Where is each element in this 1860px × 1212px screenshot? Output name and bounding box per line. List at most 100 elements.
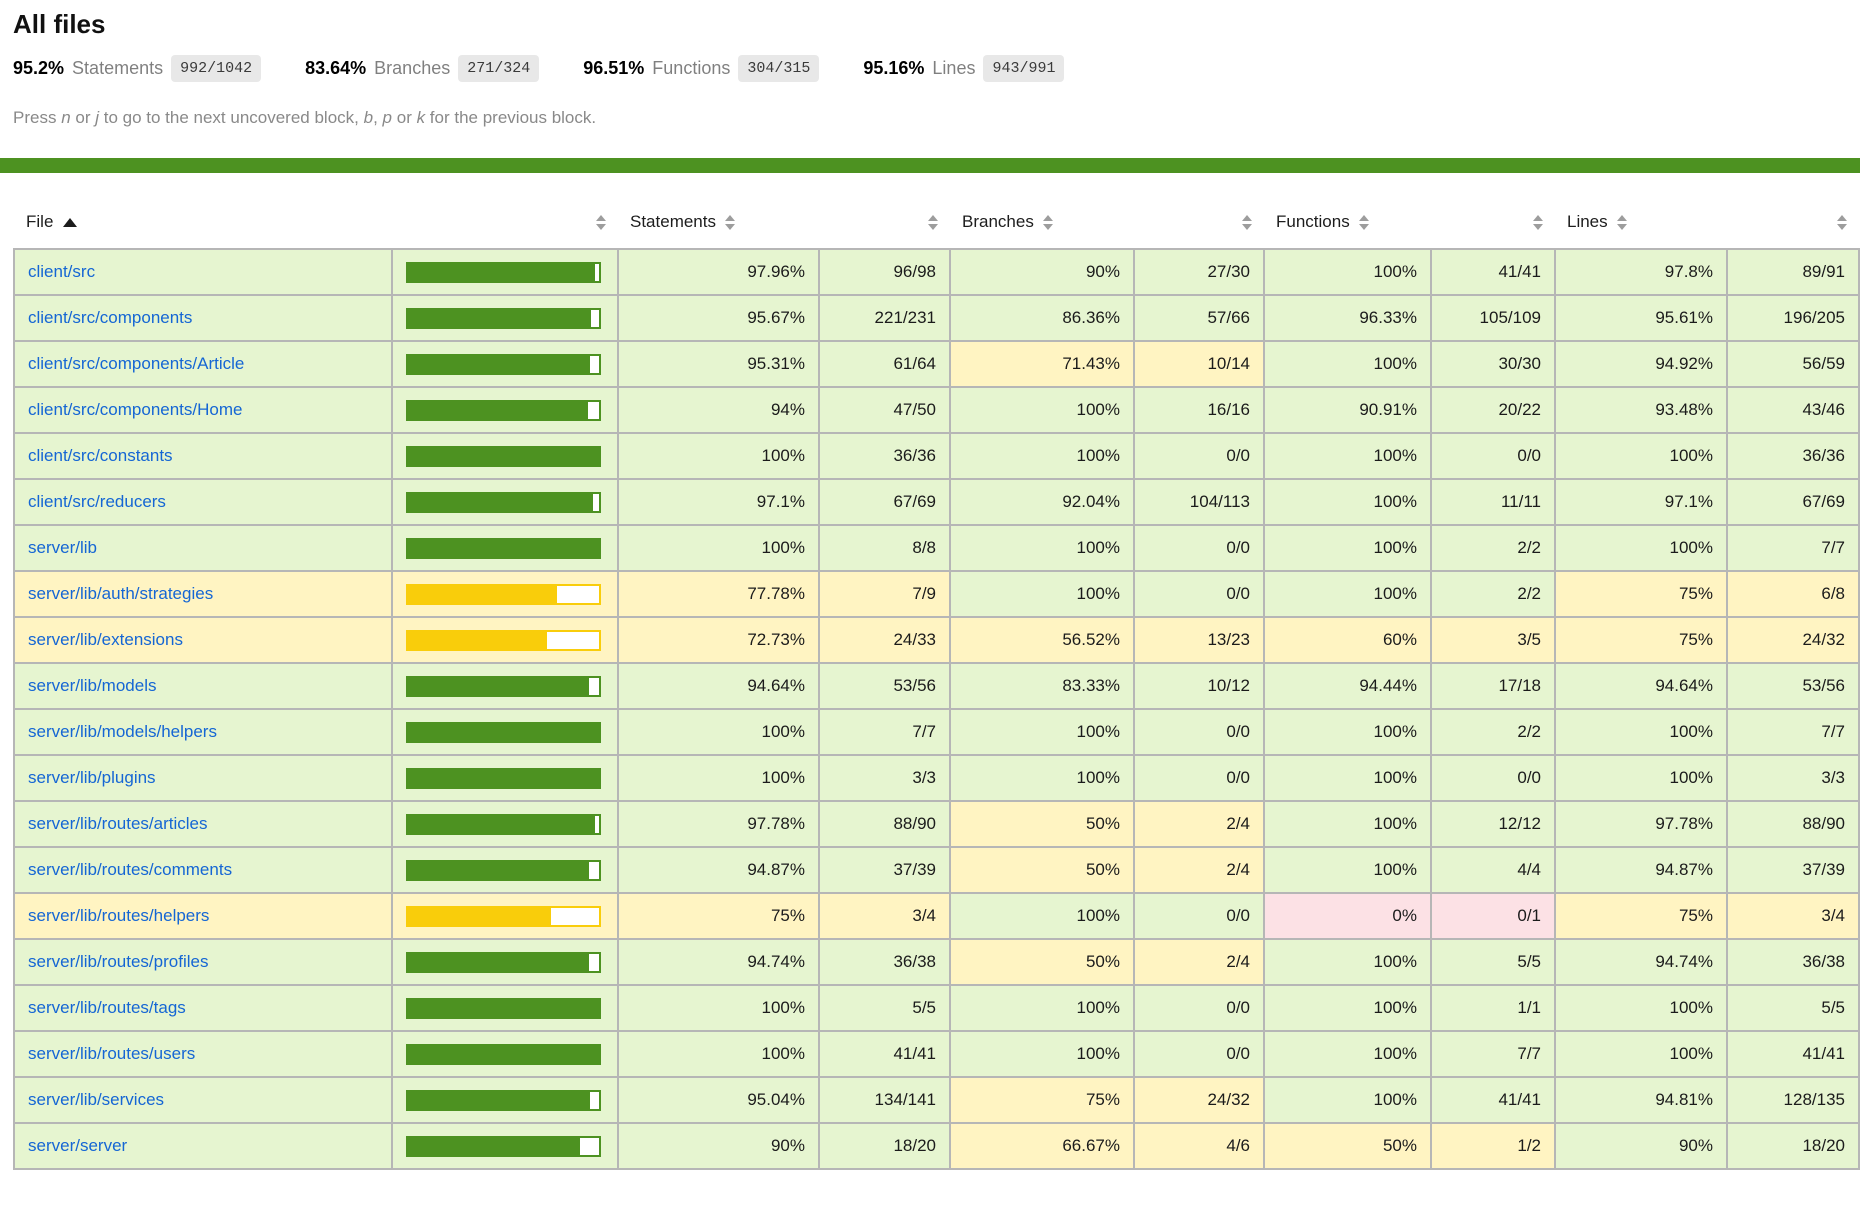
col-header-bar-sorter[interactable] [392,198,618,249]
coverage-bar-cell [392,571,618,617]
metric-pct-cell: 77.78% [618,571,819,617]
col-header-lines-raw-sorter[interactable] [1727,198,1859,249]
file-link[interactable]: client/src/components/Article [28,354,244,373]
metric-pct-cell: 94.74% [618,939,819,985]
file-link[interactable]: client/src/constants [28,446,173,465]
file-cell: server/lib [14,525,392,571]
col-header-branches[interactable]: Branches [950,198,1134,249]
metric-fraction-cell: 37/39 [1727,847,1859,893]
col-header-lines[interactable]: Lines [1555,198,1727,249]
metric-fraction-cell: 67/69 [819,479,950,525]
coverage-bar-fill [408,1046,599,1063]
file-link[interactable]: server/lib [28,538,97,557]
sort-icon[interactable] [1242,215,1252,230]
file-link[interactable]: server/server [28,1136,127,1155]
coverage-bar-cell [392,387,618,433]
metric-pct-cell: 97.78% [618,801,819,847]
metric-fraction-cell: 24/33 [819,617,950,663]
table-row: server/lib/routes/comments 94.87% 37/395… [14,847,1859,893]
metric-pct-cell: 100% [1264,341,1431,387]
coverage-bar-cell [392,1123,618,1169]
metric-fraction-cell: 41/41 [1431,1077,1555,1123]
file-link[interactable]: client/src/components [28,308,192,327]
metric-fraction-cell: 5/5 [819,985,950,1031]
file-link[interactable]: client/src/components/Home [28,400,242,419]
file-link[interactable]: server/lib/models [28,676,157,695]
sort-icon[interactable] [928,215,938,230]
col-header-file[interactable]: File [14,198,392,249]
sort-icon[interactable] [1359,215,1369,230]
metric-fraction-cell: 18/20 [819,1123,950,1169]
coverage-bar [406,1136,601,1157]
metric-pct-cell: 97.78% [1555,801,1727,847]
summary-pct: 95.2% [13,58,64,79]
metric-pct-cell: 95.04% [618,1077,819,1123]
coverage-bar [406,584,601,605]
coverage-bar [406,768,601,789]
sort-icon[interactable] [596,215,606,230]
sort-icon[interactable] [1533,215,1543,230]
coverage-bar [406,906,601,927]
col-header-statements-raw-sorter[interactable] [819,198,950,249]
metric-pct-cell: 100% [618,1031,819,1077]
metric-pct-cell: 100% [950,525,1134,571]
file-link[interactable]: server/lib/plugins [28,768,156,787]
metric-fraction-cell: 4/6 [1134,1123,1264,1169]
coverage-bar-cell [392,801,618,847]
metric-pct-cell: 96.33% [1264,295,1431,341]
coverage-bar-cell [392,1077,618,1123]
sort-icon[interactable] [725,215,735,230]
col-header-functions[interactable]: Functions [1264,198,1431,249]
metric-fraction-cell: 18/20 [1727,1123,1859,1169]
table-row: client/src/components/Article 95.31% 61/… [14,341,1859,387]
coverage-bar-cell [392,479,618,525]
metric-fraction-cell: 5/5 [1727,985,1859,1031]
coverage-bar [406,814,601,835]
sort-icon[interactable] [1043,215,1053,230]
metric-pct-cell: 100% [950,985,1134,1031]
file-link[interactable]: server/lib/routes/tags [28,998,186,1017]
file-cell: server/lib/routes/profiles [14,939,392,985]
coverage-bar [406,952,601,973]
metric-pct-cell: 94.64% [1555,663,1727,709]
metric-pct-cell: 94.92% [1555,341,1727,387]
metric-fraction-cell: 57/66 [1134,295,1264,341]
file-link[interactable]: server/lib/routes/users [28,1044,195,1063]
coverage-bar-cell [392,893,618,939]
coverage-table-body: client/src 97.96% 96/9890% 27/30100% 41/… [14,249,1859,1169]
table-row: server/lib/routes/profiles 94.74% 36/385… [14,939,1859,985]
file-link[interactable]: client/src [28,262,95,281]
metric-fraction-cell: 7/7 [819,709,950,755]
sort-icon[interactable] [1617,215,1627,230]
file-cell: server/lib/services [14,1077,392,1123]
metric-fraction-cell: 41/41 [819,1031,950,1077]
metric-fraction-cell: 128/135 [1727,1077,1859,1123]
metric-fraction-cell: 0/0 [1431,755,1555,801]
metric-pct-cell: 100% [950,571,1134,617]
file-link[interactable]: server/lib/routes/articles [28,814,208,833]
metric-fraction-cell: 3/3 [1727,755,1859,801]
col-header-functions-raw-sorter[interactable] [1431,198,1555,249]
coverage-bar-cell [392,663,618,709]
file-link[interactable]: server/lib/extensions [28,630,183,649]
table-row: server/lib/routes/helpers 75% 3/4100% 0/… [14,893,1859,939]
metric-pct-cell: 100% [950,387,1134,433]
file-cell: server/lib/routes/comments [14,847,392,893]
col-header-statements[interactable]: Statements [618,198,819,249]
metric-pct-cell: 100% [1264,1031,1431,1077]
file-link[interactable]: server/lib/models/helpers [28,722,217,741]
sort-icon[interactable] [1837,215,1847,230]
file-link[interactable]: server/lib/routes/helpers [28,906,209,925]
file-link[interactable]: client/src/reducers [28,492,166,511]
file-link[interactable]: server/lib/routes/profiles [28,952,208,971]
table-header-row: File Statements Branches Functions Lines [14,198,1859,249]
metric-pct-cell: 90% [618,1123,819,1169]
file-link[interactable]: server/lib/routes/comments [28,860,232,879]
col-header-branches-raw-sorter[interactable] [1134,198,1264,249]
file-link[interactable]: server/lib/auth/strategies [28,584,213,603]
file-link[interactable]: server/lib/services [28,1090,164,1109]
metric-fraction-cell: 47/50 [819,387,950,433]
metric-pct-cell: 100% [1555,709,1727,755]
metric-fraction-cell: 7/7 [1727,525,1859,571]
metric-pct-cell: 97.1% [1555,479,1727,525]
